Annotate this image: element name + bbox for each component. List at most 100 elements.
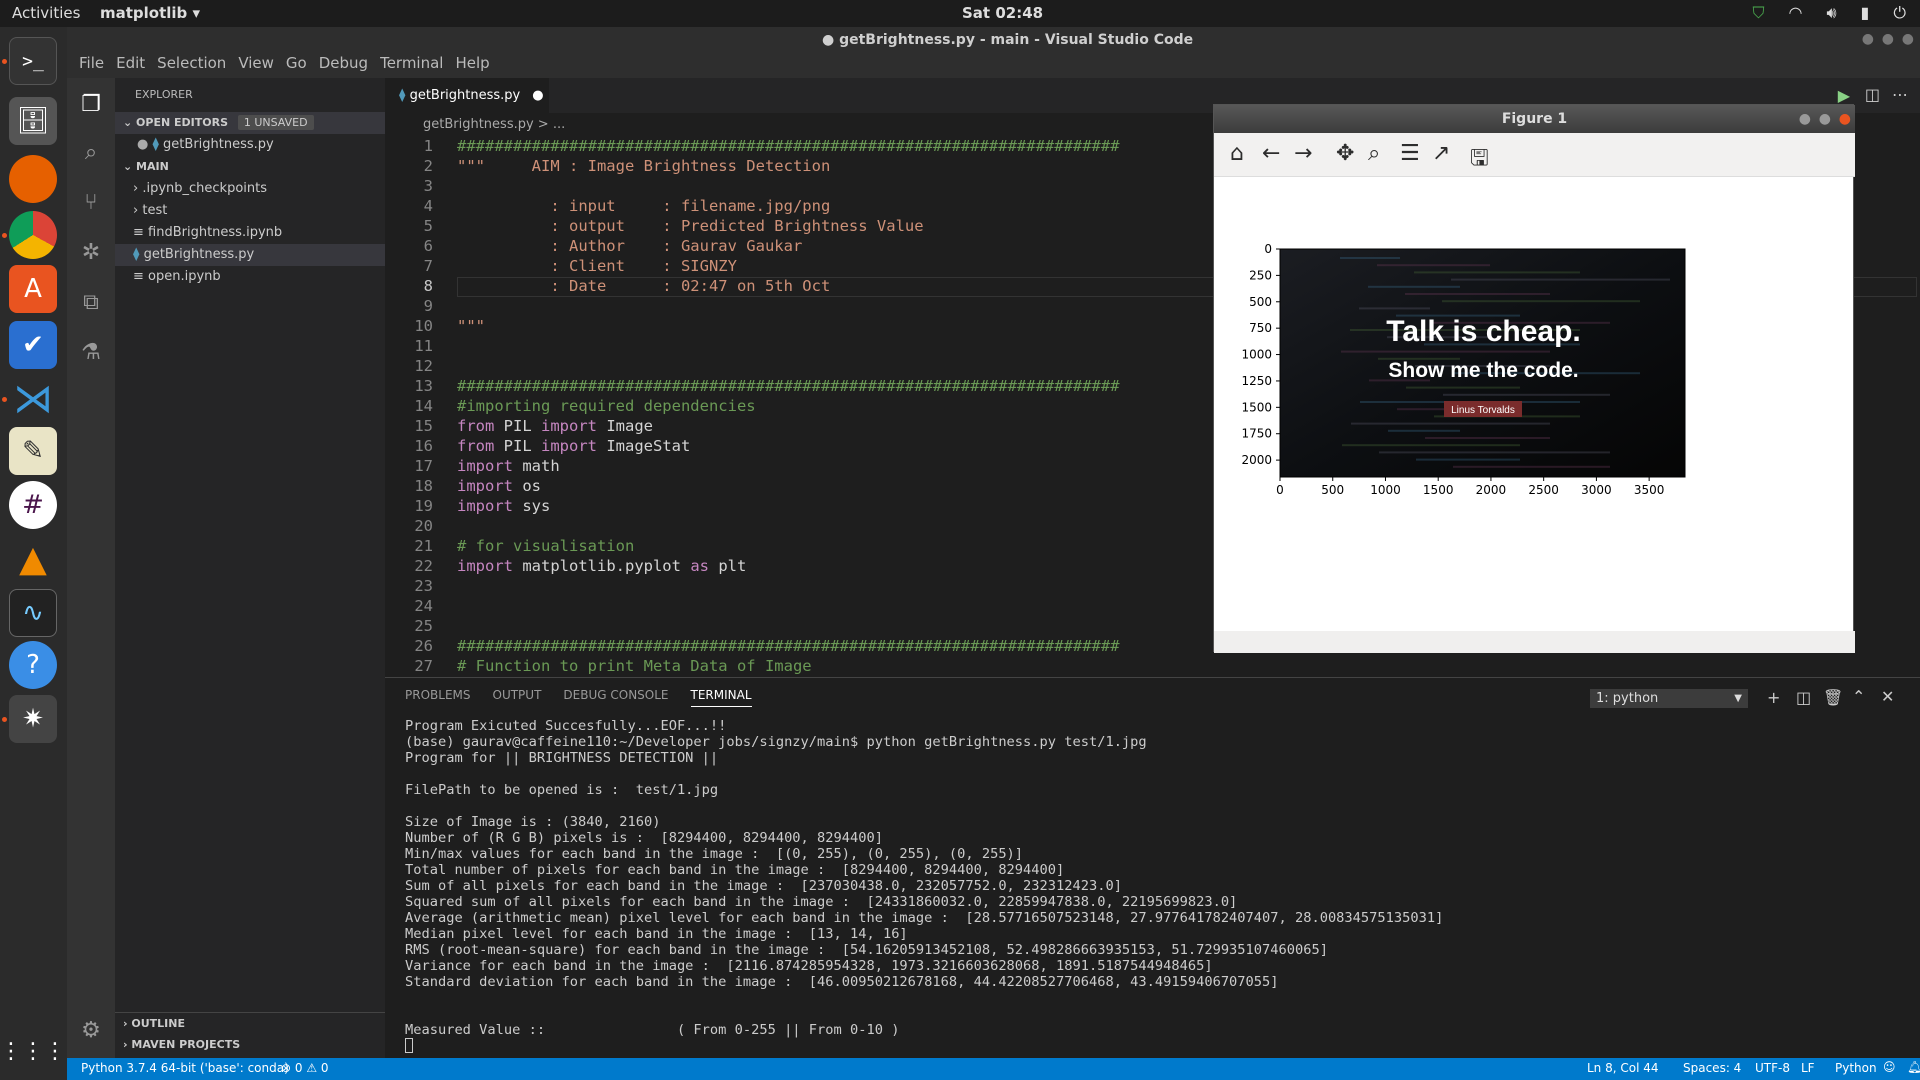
more-actions-icon[interactable]: ⋯ <box>1892 85 1908 104</box>
text-editor-icon[interactable]: ✎ <box>9 427 57 475</box>
encoding[interactable]: UTF-8 <box>1755 1061 1790 1075</box>
menu-terminal[interactable]: Terminal <box>380 54 443 78</box>
activities-button[interactable]: Activities <box>12 4 80 22</box>
code-line[interactable]: """ AIM : Image Brightness Detection <box>457 157 830 175</box>
menu-edit[interactable]: Edit <box>116 54 145 78</box>
dirty-dot-icon[interactable]: ● <box>532 88 543 103</box>
zoom-icon[interactable]: ⌕ <box>1368 141 1380 166</box>
tree-item-findbrightness[interactable]: ≡ findBrightness.ipynb <box>115 222 385 244</box>
close-button[interactable]: ● <box>1902 31 1914 47</box>
indentation[interactable]: Spaces: 4 <box>1683 1061 1741 1075</box>
slack-icon[interactable]: # <box>9 481 57 529</box>
cursor-position[interactable]: Ln 8, Col 44 <box>1587 1061 1659 1075</box>
outline-section[interactable]: › OUTLINE <box>115 1012 385 1034</box>
folder-main[interactable]: ⌄ MAIN <box>115 156 385 178</box>
save-icon[interactable]: 🖫︎ <box>1470 141 1489 179</box>
menu-debug[interactable]: Debug <box>319 54 368 78</box>
code-line[interactable]: import matplotlib.pyplot as plt <box>457 557 746 575</box>
breadcrumb[interactable]: getBrightness.py > ... <box>385 113 985 137</box>
language-mode[interactable]: Python <box>1835 1061 1877 1075</box>
close-panel-icon[interactable]: ✕ <box>1881 687 1894 706</box>
menu-file[interactable]: File <box>79 54 104 78</box>
menu-help[interactable]: Help <box>455 54 489 78</box>
tree-item-test[interactable]: › test <box>115 200 385 222</box>
line-ending[interactable]: LF <box>1801 1061 1815 1075</box>
tab-terminal[interactable]: TERMINAL <box>690 688 752 707</box>
code-line[interactable]: #importing required dependencies <box>457 397 756 415</box>
customize-icon[interactable]: ↗ <box>1432 141 1450 166</box>
code-line[interactable]: ########################################… <box>457 377 1120 395</box>
code-line[interactable]: : output : Predicted Brightness Value <box>457 217 923 235</box>
vscode-icon[interactable]: ⋊ <box>9 375 57 423</box>
tasks-icon[interactable]: ✔ <box>9 321 57 369</box>
menu-view[interactable]: View <box>238 54 274 78</box>
code-line[interactable]: # for visualisation <box>457 537 634 555</box>
menu-go[interactable]: Go <box>286 54 307 78</box>
tab-output[interactable]: OUTPUT <box>493 688 542 707</box>
code-line[interactable]: import math <box>457 457 560 475</box>
clock[interactable]: Sat 02:48 <box>962 4 1043 22</box>
code-line[interactable]: ########################################… <box>457 137 1120 155</box>
source-control-icon[interactable]: ⑂ <box>77 190 105 218</box>
explorer-icon[interactable]: ❐ <box>77 92 105 120</box>
code-line[interactable]: # Function to print Meta Data of Image <box>457 657 812 675</box>
close-button[interactable]: ● <box>1839 105 1851 133</box>
maximize-panel-icon[interactable]: ⌃ <box>1852 687 1865 706</box>
vlc-icon[interactable]: ▲ <box>9 535 57 583</box>
code-line[interactable]: : input : filename.jpg/png <box>457 197 830 215</box>
home-icon[interactable]: ⌂ <box>1230 141 1244 166</box>
open-editor-item[interactable]: ● ⧫ getBrightness.py <box>115 134 385 156</box>
settings-gear-icon[interactable]: ⚙ <box>77 1018 105 1046</box>
open-editors-section[interactable]: ⌄ OPEN EDITORS 1 UNSAVED <box>115 112 385 134</box>
tree-item-getbrightness[interactable]: ⧫ getBrightness.py <box>115 244 385 266</box>
tree-item-ipynb-checkpoints[interactable]: › .ipynb_checkpoints <box>115 178 385 200</box>
split-terminal-icon[interactable]: ◫ <box>1796 688 1811 707</box>
maximize-button[interactable]: ● <box>1882 31 1894 47</box>
code-line[interactable]: import os <box>457 477 541 495</box>
tree-item-open-ipynb[interactable]: ≡ open.ipynb <box>115 266 385 288</box>
code-line[interactable]: from PIL import ImageStat <box>457 437 690 455</box>
maximize-button[interactable]: ● <box>1819 105 1831 133</box>
code-line[interactable]: : Client : SIGNZY <box>457 257 737 275</box>
feedback-icon[interactable]: ☺ <box>1883 1060 1896 1074</box>
maven-section[interactable]: › MAVEN PROJECTS <box>115 1034 385 1056</box>
run-icon[interactable]: ▶ <box>1838 86 1850 105</box>
split-editor-icon[interactable]: ◫ <box>1865 85 1880 104</box>
problems-count[interactable]: ⊗ 0 ⚠ 0 <box>281 1061 329 1075</box>
tab-problems[interactable]: PROBLEMS <box>405 688 471 707</box>
notifications-icon[interactable]: 🔔︎ <box>1907 1060 1920 1074</box>
chrome-icon[interactable] <box>9 211 57 259</box>
new-terminal-icon[interactable]: + <box>1767 688 1780 707</box>
code-line[interactable]: import sys <box>457 497 550 515</box>
system-monitor-icon[interactable]: ∿ <box>9 589 57 637</box>
search-icon[interactable]: ⌕ <box>77 140 105 168</box>
matplotlib-icon[interactable]: ✷ <box>9 695 57 743</box>
code-line[interactable]: from PIL import Image <box>457 417 653 435</box>
python-interpreter[interactable]: Python 3.7.4 64-bit ('base': conda) <box>81 1061 289 1075</box>
forward-arrow-icon[interactable]: → <box>1294 141 1312 166</box>
help-icon[interactable]: ? <box>9 641 57 689</box>
software-center-icon[interactable]: A <box>9 265 57 313</box>
app-menu[interactable]: matplotlib ▾ <box>100 4 200 22</box>
code-line[interactable]: ########################################… <box>457 637 1120 655</box>
minimize-button[interactable]: ● <box>1799 105 1811 133</box>
code-line[interactable]: : Author : Gaurav Gaukar <box>457 237 802 255</box>
tab-getbrightness[interactable]: ⧫ getBrightness.py ● <box>385 78 549 113</box>
pan-icon[interactable]: ✥ <box>1336 141 1354 166</box>
files-icon[interactable]: 🗄︎ <box>9 97 57 145</box>
terminal-icon[interactable]: >_ <box>9 37 57 85</box>
subplots-icon[interactable]: ☰ <box>1400 141 1420 166</box>
menu-selection[interactable]: Selection <box>157 54 226 78</box>
show-apps-icon[interactable]: ⋮⋮⋮ <box>0 1027 66 1075</box>
trash-icon[interactable]: 🗑︎ <box>1823 688 1843 707</box>
test-icon[interactable]: ⚗ <box>77 340 105 368</box>
system-tray[interactable]: ⛉ ◠ 🔊︎ ▮ ⏻ <box>1752 3 1906 23</box>
terminal-output[interactable]: Program Exicuted Succesfully...EOF...!!(… <box>405 718 1443 1053</box>
firefox-icon[interactable] <box>9 155 57 203</box>
terminal-select[interactable]: 1: python ▼ <box>1590 689 1748 708</box>
debug-icon[interactable]: ✲ <box>77 240 105 268</box>
extensions-icon[interactable]: ⧉ <box>77 290 105 318</box>
tab-debug-console[interactable]: DEBUG CONSOLE <box>563 688 668 707</box>
minimize-button[interactable]: ● <box>1862 31 1874 47</box>
back-arrow-icon[interactable]: ← <box>1262 141 1280 166</box>
